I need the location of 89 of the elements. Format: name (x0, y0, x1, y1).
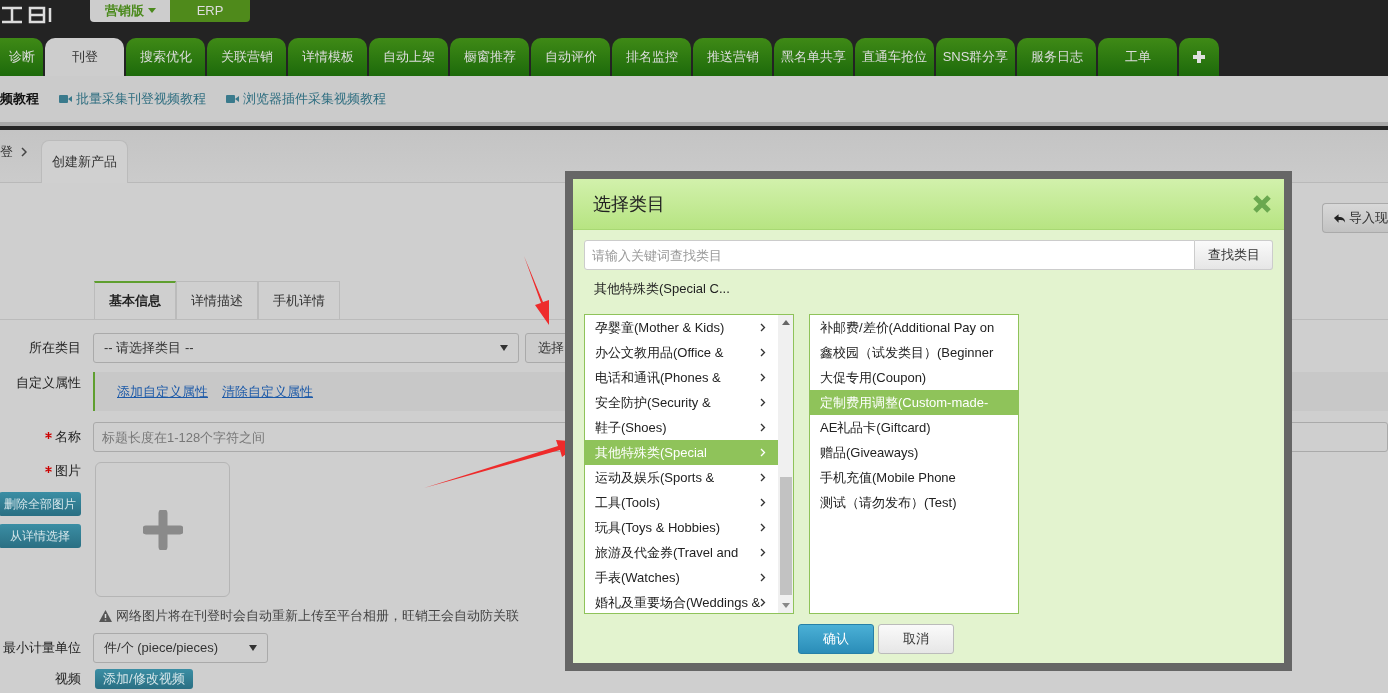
subcategory-item[interactable]: 手机充值(Mobile Phone (810, 465, 1018, 490)
chevron-right-icon (760, 573, 767, 582)
category-item[interactable]: 运动及娱乐(Sports & (585, 465, 779, 490)
chevron-right-icon (760, 523, 767, 532)
reply-arrow-icon (1333, 212, 1346, 224)
nav-tab[interactable]: 详情模板 (288, 38, 367, 76)
nav-tab[interactable]: 关联营销 (207, 38, 286, 76)
image-upload-box[interactable] (95, 462, 230, 597)
chevron-right-icon (760, 323, 767, 332)
attribute-link[interactable]: 清除自定义属性 (222, 382, 313, 401)
chevron-right-icon (760, 498, 767, 507)
video-camera-icon (59, 94, 72, 104)
nav-tab[interactable]: 服务日志 (1017, 38, 1096, 76)
tutorial-label: 频教程 (0, 90, 39, 108)
chevron-right-icon (21, 147, 27, 157)
warning-icon (99, 610, 112, 622)
nav-tab[interactable]: 橱窗推荐 (450, 38, 529, 76)
category-item[interactable]: 电话和通讯(Phones & (585, 365, 779, 390)
chevron-right-icon (760, 448, 767, 457)
nav-tab[interactable]: 推送营销 (693, 38, 772, 76)
breadcrumb-tab[interactable]: 创建新产品 (41, 140, 128, 183)
field-label: 自定义属性 (16, 375, 81, 390)
subcategory-item[interactable]: 鑫校园（试发类目）(Beginner (810, 340, 1018, 365)
image-action-button[interactable]: 删除全部图片 (0, 492, 81, 516)
image-action-button[interactable]: 从详情选择 (0, 524, 81, 548)
category-item[interactable]: 工具(Tools) (585, 490, 779, 515)
scroll-up-icon[interactable] (781, 319, 790, 325)
nav-tab[interactable]: 直通车抢位 (855, 38, 934, 76)
category-item[interactable]: 手表(Watches) (585, 565, 779, 590)
chevron-right-icon (760, 373, 767, 382)
subcategory-item[interactable]: 赠品(Giveaways) (810, 440, 1018, 465)
plus-icon (142, 509, 183, 550)
subcategory-item[interactable]: 测试（请勿发布）(Test) (810, 490, 1018, 515)
category-item[interactable]: 婚礼及重要场合(Weddings & (585, 590, 779, 615)
attribute-link[interactable]: 添加自定义属性 (117, 382, 208, 401)
nav-tab[interactable]: 自动上架 (369, 38, 448, 76)
selected-category-path: 其他特殊类(Special C... (594, 280, 731, 298)
nav-tab[interactable]: 工单 (1098, 38, 1177, 76)
tutorial-link[interactable]: 批量采集刊登视频教程 (76, 90, 206, 108)
category-item[interactable]: 安全防护(Security & (585, 390, 779, 415)
field-label: 图片 (55, 463, 81, 478)
import-button[interactable]: 导入现 (1322, 203, 1388, 233)
caret-down-icon (147, 8, 156, 13)
form-tab[interactable]: 详情描述 (176, 281, 258, 319)
nav-tab[interactable]: 诊断 (0, 38, 43, 76)
field-label: 最小计量单位 (3, 640, 81, 655)
chevron-right-icon (760, 548, 767, 557)
chevron-right-icon (760, 473, 767, 482)
chevron-right-icon (760, 398, 767, 407)
category-item[interactable]: 旅游及代金券(Travel and (585, 540, 779, 565)
plus-icon (1192, 50, 1206, 64)
video-camera-icon (226, 94, 239, 104)
category-search-field[interactable]: 请输入关键词查找类目 (584, 240, 1195, 270)
nav-tab[interactable]: 搜索优化 (126, 38, 205, 76)
subcategory-item[interactable]: AE礼品卡(Giftcard) (810, 415, 1018, 440)
breadcrumb-item[interactable]: 登 (0, 143, 13, 161)
form-tab[interactable]: 基本信息 (94, 281, 176, 319)
field-label: 视频 (55, 671, 81, 686)
nav-tab[interactable]: 刊登 (45, 38, 124, 76)
unit-select[interactable]: 件/个 (piece/pieces) (93, 633, 268, 663)
nav-tab[interactable]: SNS群分享 (936, 38, 1015, 76)
scroll-down-icon[interactable] (781, 603, 790, 609)
nav-tab[interactable]: 黑名单共享 (774, 38, 853, 76)
chevron-right-icon (760, 598, 767, 607)
video-button[interactable]: 添加/修改视频 (95, 669, 193, 689)
upload-note: 网络图片将在刊登时会自动重新上传至平台相册，旺销王会自动防关联 (116, 607, 519, 625)
nav-tab[interactable]: 自动评价 (531, 38, 610, 76)
caret-down-icon (500, 345, 508, 351)
field-label: 名称 (55, 429, 81, 444)
scrollbar[interactable] (778, 315, 793, 613)
search-category-button[interactable]: 查找类目 (1195, 240, 1273, 270)
add-tab-button[interactable] (1179, 38, 1219, 76)
field-label: 所在类目 (29, 340, 81, 355)
form-tab[interactable]: 手机详情 (258, 281, 340, 319)
subcategory-item[interactable]: 补邮费/差价(Additional Pay on (810, 315, 1018, 340)
cancel-button[interactable]: 取消 (878, 624, 954, 654)
chevron-right-icon (760, 423, 767, 432)
category-select[interactable]: -- 请选择类目 -- (93, 333, 519, 363)
nav-tab[interactable]: 排名监控 (612, 38, 691, 76)
dialog-title: 选择类目 (593, 193, 665, 216)
subcategory-item[interactable]: 大促专用(Coupon) (810, 365, 1018, 390)
category-item[interactable]: 鞋子(Shoes) (585, 415, 779, 440)
tutorial-link[interactable]: 浏览器插件采集视频教程 (243, 90, 386, 108)
category-item[interactable]: 办公文教用品(Office & (585, 340, 779, 365)
chevron-right-icon (760, 348, 767, 357)
close-icon[interactable] (1252, 194, 1272, 214)
category-item[interactable]: 孕婴童(Mother & Kids) (585, 315, 779, 340)
caret-down-icon (249, 645, 257, 651)
category-item[interactable]: 玩具(Toys & Hobbies) (585, 515, 779, 540)
